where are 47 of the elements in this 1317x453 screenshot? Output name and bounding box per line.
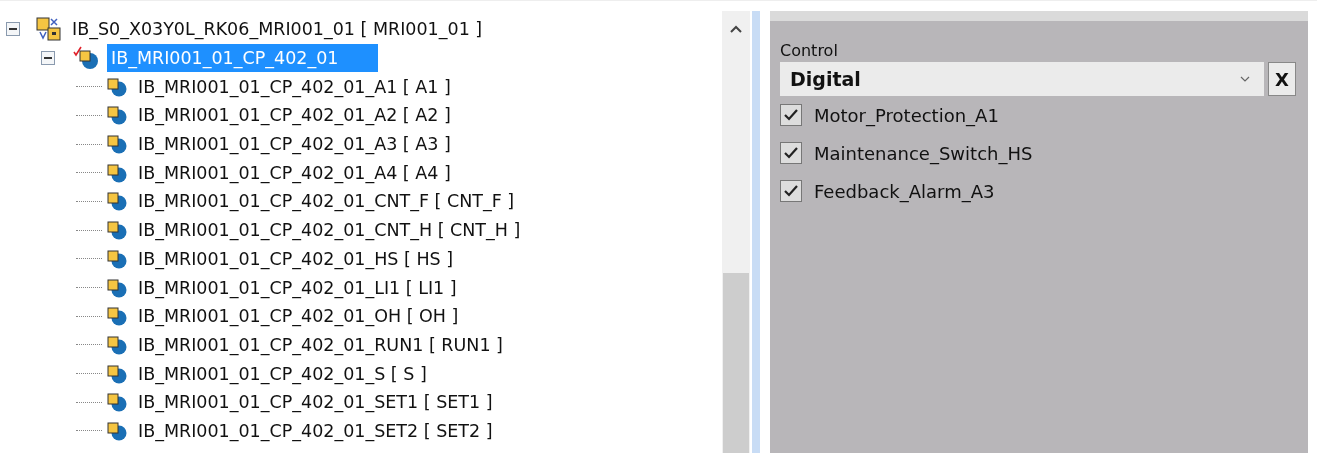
tree-item[interactable]: IB_MRI001_01_CP_402_01_SET2 [ SET2 ] bbox=[134, 418, 497, 443]
scroll-up-icon[interactable] bbox=[730, 25, 742, 33]
signal-icon bbox=[106, 220, 128, 241]
rack-icon bbox=[36, 16, 62, 43]
tree-item[interactable]: IB_MRI001_01_CP_402_01_A2 [ A2 ] bbox=[134, 103, 455, 128]
tree-item[interactable]: IB_MRI001_01_CP_402_01_RUN1 [ RUN1 ] bbox=[134, 332, 507, 357]
signal-icon bbox=[106, 306, 128, 327]
signal-icon bbox=[106, 363, 128, 384]
tree-item[interactable]: IB_MRI001_01_CP_402_01_HS [ HS ] bbox=[134, 246, 458, 271]
checkbox-label[interactable]: Feedback_Alarm_A3 bbox=[814, 180, 995, 202]
checkmark-icon bbox=[783, 108, 799, 122]
tree-item[interactable]: IB_MRI001_01_CP_402_01_S [ S ] bbox=[134, 361, 431, 386]
tree-item[interactable]: IB_MRI001_01_CP_402_01_OH [ OH ] bbox=[134, 304, 463, 329]
tree-item[interactable]: IB_MRI001_01_CP_402_01_A4 [ A4 ] bbox=[134, 160, 455, 185]
tree-item[interactable]: IB_MRI001_01_CP_402_01_CNT_F [ CNT_F ] bbox=[134, 189, 519, 214]
checkmark-icon bbox=[783, 146, 799, 160]
signal-icon bbox=[106, 105, 128, 126]
tree-item[interactable]: IB_MRI001_01_CP_402_01_LI1 [ LI1 ] bbox=[134, 275, 461, 300]
checkbox[interactable] bbox=[780, 104, 802, 126]
signal-icon bbox=[106, 248, 128, 269]
signal-icon bbox=[106, 76, 128, 97]
checkmark-icon bbox=[783, 184, 799, 198]
caret-icon bbox=[1240, 76, 1250, 82]
module-icon bbox=[71, 46, 101, 71]
signal-icon bbox=[106, 420, 128, 441]
signal-icon bbox=[106, 191, 128, 212]
collapse-toggle[interactable] bbox=[6, 22, 20, 37]
tree-item[interactable]: IB_MRI001_01_CP_402_01_SET1 [ SET1 ] bbox=[134, 390, 497, 415]
scrollbar[interactable] bbox=[722, 11, 750, 453]
field-label: Control bbox=[780, 41, 839, 60]
checkbox-label[interactable]: Maintenance_Switch_HS bbox=[814, 142, 1033, 164]
clear-button[interactable]: X bbox=[1268, 62, 1296, 96]
signal-icon bbox=[106, 334, 128, 355]
control-dropdown[interactable]: Digital bbox=[780, 62, 1264, 96]
tree-item[interactable]: IB_S0_X03Y0L_RK06_MRI001_01 [ MRI001_01 ] bbox=[68, 17, 487, 42]
signal-icon bbox=[106, 277, 128, 298]
collapse-toggle[interactable] bbox=[41, 51, 55, 66]
checkbox[interactable] bbox=[780, 142, 802, 164]
tree-item[interactable]: IB_MRI001_01_CP_402_01_CNT_H [ CNT_H ] bbox=[134, 218, 525, 243]
signal-icon bbox=[106, 392, 128, 413]
scrollbar-thumb[interactable] bbox=[723, 273, 749, 453]
tree-item[interactable]: IB_MRI001_01_CP_402_01_A1 [ A1 ] bbox=[134, 74, 455, 99]
checkbox[interactable] bbox=[780, 180, 802, 202]
signal-icon bbox=[106, 162, 128, 183]
checkbox-label[interactable]: Motor_Protection_A1 bbox=[814, 104, 999, 126]
signal-icon bbox=[106, 134, 128, 155]
tree-item[interactable]: IB_MRI001_01_CP_402_01_A3 [ A3 ] bbox=[134, 132, 455, 157]
